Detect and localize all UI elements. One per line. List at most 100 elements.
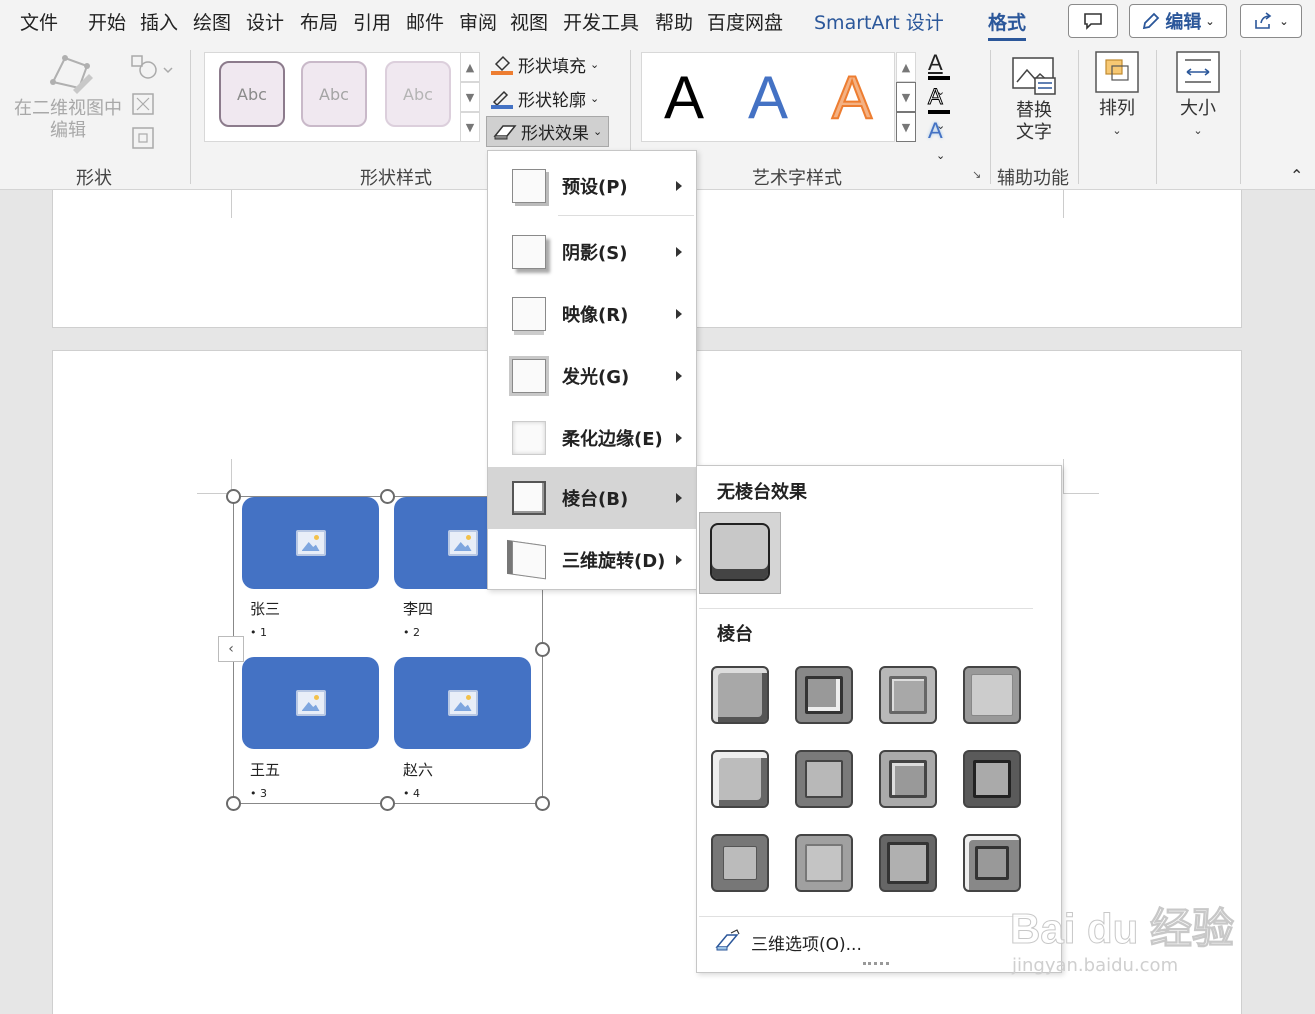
bevel-circle[interactable] — [711, 666, 769, 724]
shape-outline-button[interactable]: 形状轮廓 ⌄ — [490, 86, 599, 111]
bevel-slope[interactable] — [963, 750, 1021, 808]
gallery-scroll-down[interactable]: ▼ — [460, 82, 480, 112]
bevel-cross[interactable] — [879, 666, 937, 724]
shape-styles-group-label: 形状样式 — [360, 168, 432, 189]
wordart-scroll-up[interactable]: ▲ — [896, 52, 916, 82]
comments-button[interactable] — [1068, 4, 1118, 38]
tab-developer[interactable]: 开发工具 — [563, 8, 639, 35]
change-shape-button[interactable] — [130, 54, 174, 86]
editing-mode-button[interactable]: 编辑 ⌄ — [1129, 4, 1227, 38]
wordart-style-black[interactable]: A — [664, 63, 704, 133]
menu-item-preset[interactable]: 预设(P) — [488, 155, 696, 217]
share-icon — [1255, 12, 1272, 29]
smartart-bullet[interactable]: • 3 — [250, 787, 267, 800]
bevel-hard-edge[interactable] — [879, 834, 937, 892]
bevel-relaxed-inset[interactable] — [795, 666, 853, 724]
picture-placeholder-icon[interactable] — [295, 530, 326, 556]
bevel-heading: 棱台 — [717, 624, 753, 645]
tab-design[interactable]: 设计 — [246, 8, 284, 35]
resize-handle[interactable] — [535, 642, 550, 657]
smartart-name[interactable]: 赵六 — [403, 759, 433, 780]
shape-style-1[interactable]: Abc — [219, 61, 285, 127]
tab-format[interactable]: 格式 — [988, 8, 1027, 41]
smartart-bullet[interactable]: • 4 — [403, 787, 420, 800]
shape-fill-button[interactable]: 形状填充 ⌄ — [490, 52, 599, 77]
resize-handle[interactable] — [226, 796, 241, 811]
size-button[interactable]: 大小 ⌄ — [1172, 50, 1224, 142]
3d-options-button[interactable]: 三维选项(O)... — [713, 926, 1033, 958]
tab-mailings[interactable]: 邮件 — [406, 8, 444, 35]
bevel-divot[interactable] — [711, 834, 769, 892]
menu-item-glow[interactable]: 发光(G) — [488, 345, 696, 407]
no-bevel-heading: 无棱台效果 — [717, 482, 807, 503]
bevel-convex[interactable] — [879, 750, 937, 808]
text-pane-toggle[interactable]: ‹ — [218, 636, 244, 662]
bevel-cool-slant[interactable] — [963, 666, 1021, 724]
gallery-more[interactable]: ▼ — [460, 112, 480, 142]
smartart-name[interactable]: 王五 — [250, 759, 280, 780]
tab-file[interactable]: 文件 — [20, 8, 58, 35]
menu-item-shadow[interactable]: 阴影(S) — [488, 221, 696, 283]
tab-home[interactable]: 开始 — [88, 8, 126, 35]
no-bevel-option[interactable] — [699, 512, 781, 594]
collapse-ribbon-icon[interactable]: ⌃ — [1290, 166, 1303, 185]
smartart-tile-4[interactable] — [394, 657, 531, 749]
tab-baidu-netdisk[interactable]: 百度网盘 — [707, 8, 783, 35]
smartart-bullet[interactable]: • 2 — [403, 626, 420, 639]
resize-handle[interactable] — [535, 796, 550, 811]
smartart-name[interactable]: 李四 — [403, 598, 433, 619]
picture-placeholder-icon[interactable] — [295, 690, 326, 716]
picture-placeholder-icon[interactable] — [447, 530, 478, 556]
text-fill-icon: A — [928, 50, 950, 80]
share-button[interactable]: ⌄ — [1240, 4, 1302, 38]
arrange-button[interactable]: 排列 ⌄ — [1092, 50, 1142, 142]
alt-text-button[interactable]: 替换 文字 — [1006, 56, 1062, 144]
tab-layout[interactable]: 布局 — [300, 8, 338, 35]
menu-item-3d-rotation[interactable]: 三维旋转(D) — [488, 529, 696, 591]
menu-item-soft-edges[interactable]: 柔化边缘(E) — [488, 407, 696, 469]
resize-handle[interactable] — [226, 489, 241, 504]
picture-placeholder-icon[interactable] — [447, 690, 478, 716]
larger-button[interactable] — [131, 92, 155, 120]
wordart-more[interactable]: ▼ — [896, 112, 916, 142]
bevel-soft-round[interactable] — [795, 750, 853, 808]
resize-grip-icon[interactable] — [863, 962, 889, 965]
text-fill-button[interactable]: A ⌄ — [928, 50, 972, 98]
bevel-art-deco[interactable] — [963, 834, 1021, 892]
edit-in-2d-button[interactable]: 在二维视图中编辑 — [14, 52, 126, 142]
tab-help[interactable]: 帮助 — [655, 8, 693, 35]
smaller-button[interactable] — [131, 126, 155, 154]
tab-draw[interactable]: 绘图 — [193, 8, 231, 35]
smartart-bullet[interactable]: • 1 — [250, 626, 267, 639]
tab-review[interactable]: 审阅 — [459, 8, 497, 35]
wordart-group-label: 艺术字样式 — [752, 168, 842, 189]
shape-effects-button[interactable]: 形状效果 ⌄ — [486, 116, 610, 147]
dialog-launcher-icon[interactable]: ↘ — [972, 168, 981, 181]
resize-handle[interactable] — [380, 796, 395, 811]
tab-smartart-design[interactable]: SmartArt 设计 — [814, 8, 944, 35]
smartart-tile-3[interactable] — [242, 657, 379, 749]
wordart-style-blue[interactable]: A — [748, 63, 788, 133]
bevel-submenu: 无棱台效果 棱台 三维选项(O)... — [696, 465, 1062, 973]
menu-item-label: 棱台(B) — [562, 489, 629, 510]
tab-references[interactable]: 引用 — [353, 8, 391, 35]
edit-shape-icon — [50, 55, 93, 94]
shape-style-2[interactable]: Abc — [301, 61, 367, 127]
smartart-name[interactable]: 张三 — [250, 598, 280, 619]
alt-text-label: 替换 文字 — [1016, 100, 1052, 143]
text-effects-button[interactable]: A ⌄ — [928, 118, 972, 162]
menu-item-reflection[interactable]: 映像(R) — [488, 283, 696, 345]
gallery-scroll-up[interactable]: ▲ — [460, 52, 480, 82]
text-outline-button[interactable]: A ⌄ — [928, 84, 972, 132]
tab-insert[interactable]: 插入 — [140, 8, 178, 35]
menu-item-bevel[interactable]: 棱台(B) — [488, 467, 696, 529]
tab-view[interactable]: 视图 — [510, 8, 548, 35]
wordart-style-orange[interactable]: A — [831, 63, 873, 133]
bevel-riblet[interactable] — [795, 834, 853, 892]
chevron-down-icon: ⌄ — [1205, 14, 1215, 28]
smartart-tile-1[interactable] — [242, 497, 379, 589]
bevel-angle[interactable] — [711, 750, 769, 808]
resize-handle[interactable] — [380, 489, 395, 504]
wordart-scroll-down[interactable]: ▼ — [896, 82, 916, 112]
shape-style-3[interactable]: Abc — [385, 61, 451, 127]
